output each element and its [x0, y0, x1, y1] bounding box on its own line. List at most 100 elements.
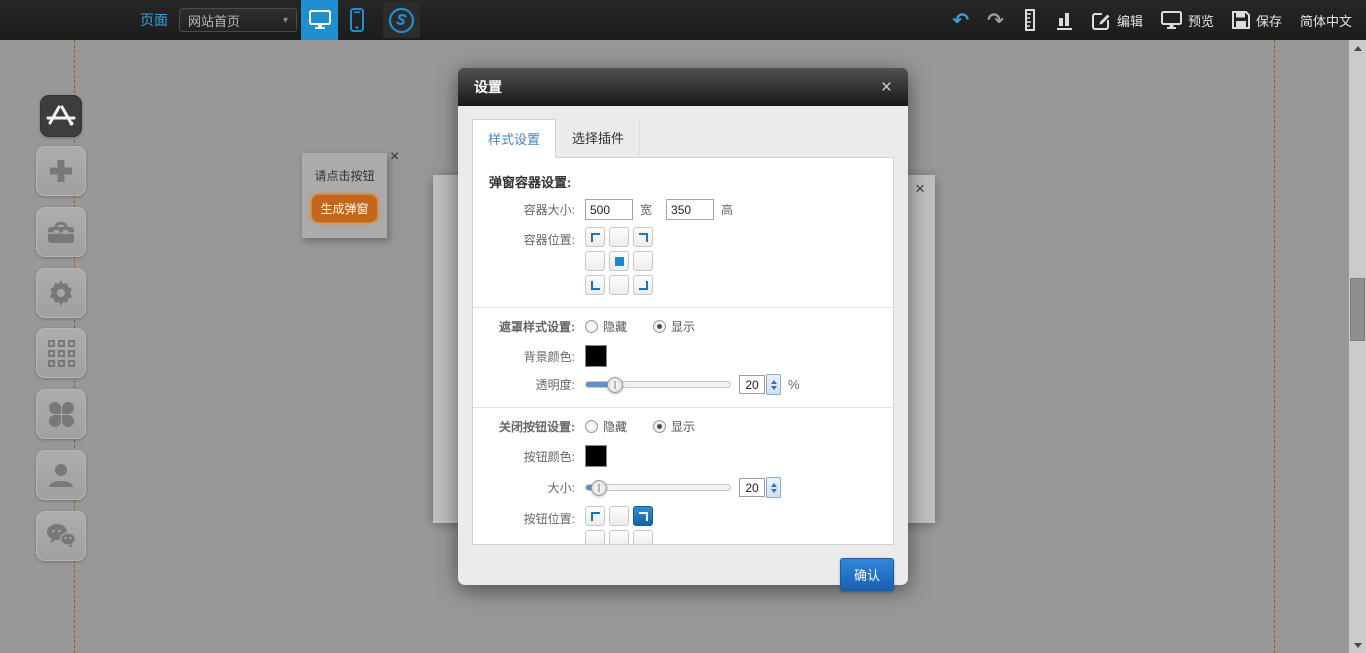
preview-label: 预览: [1188, 11, 1214, 30]
container-position-grid: [585, 227, 653, 295]
grid-icon: [48, 340, 75, 367]
sidebar-item-member[interactable]: [36, 450, 86, 500]
closebtn-position-cell-right[interactable]: [633, 530, 653, 545]
closebtn-size-slider-handle[interactable]: [591, 480, 607, 496]
edit-label: 编辑: [1117, 11, 1143, 30]
closebtn-hide-radio[interactable]: [585, 420, 598, 433]
scroll-down-arrow[interactable]: [1349, 637, 1366, 653]
confirm-button[interactable]: 确认: [840, 558, 894, 591]
floppy-disk-icon: [1232, 11, 1250, 29]
clover-icon: [49, 402, 74, 427]
container-position-cell-bottom[interactable]: [609, 275, 629, 295]
mask-show-radio[interactable]: [653, 320, 666, 333]
closebtn-position-grid: [585, 506, 653, 545]
closebtn-size-input[interactable]: [739, 478, 765, 497]
mask-bgcolor-label: 背景颜色:: [489, 348, 585, 365]
desktop-view-button[interactable]: [301, 0, 338, 40]
toolbox-icon: [46, 219, 76, 245]
closebtn-show-radio[interactable]: [653, 420, 666, 433]
language-label: 简体中文: [1300, 11, 1352, 30]
closebtn-size-stepper[interactable]: [766, 477, 781, 498]
page-scrollbar[interactable]: [1349, 40, 1366, 653]
closebtn-position-cell-top[interactable]: [609, 506, 629, 526]
mask-opacity-label: 透明度:: [489, 376, 585, 393]
guide-line-right: [1274, 40, 1275, 653]
link-mode-button[interactable]: [383, 2, 420, 38]
closebtn-position-label: 按钮位置:: [489, 506, 585, 527]
container-height-input[interactable]: [666, 199, 714, 220]
container-position-cell-top-right[interactable]: [633, 227, 653, 247]
section-divider: [473, 307, 893, 308]
popup-preview-close-icon[interactable]: ×: [915, 179, 925, 199]
undo-icon[interactable]: ↶: [952, 8, 969, 33]
generate-popup-button[interactable]: 生成弹窗: [311, 194, 377, 223]
container-position-cell-center-selected[interactable]: [609, 251, 629, 271]
language-switcher[interactable]: 简体中文: [1300, 11, 1352, 30]
container-position-cell-left[interactable]: [585, 251, 605, 271]
scrollbar-thumb[interactable]: [1350, 278, 1365, 341]
closebtn-size-label: 大小:: [489, 479, 585, 496]
save-button[interactable]: 保存: [1232, 11, 1282, 30]
mask-color-swatch[interactable]: [585, 345, 607, 367]
closebtn-position-cell-top-right-selected[interactable]: [633, 506, 653, 526]
person-icon: [46, 460, 76, 490]
mask-opacity-stepper[interactable]: [766, 374, 781, 395]
closebtn-hide-label: 隐藏: [603, 418, 627, 435]
closebtn-show-label: 显示: [671, 418, 695, 435]
sidebar-item-design[interactable]: [40, 95, 82, 137]
mobile-view-button[interactable]: [338, 2, 375, 38]
wechat-icon: [45, 522, 77, 550]
section-title-container: 弹窗容器设置:: [489, 172, 877, 191]
container-position-cell-bottom-right[interactable]: [633, 275, 653, 295]
closebtn-size-slider[interactable]: [585, 484, 731, 491]
tab-choose-plugin[interactable]: 选择插件: [556, 118, 640, 157]
mask-opacity-input[interactable]: [739, 375, 765, 394]
sidebar-item-add[interactable]: [36, 146, 86, 196]
sidebar-item-plugins[interactable]: [36, 389, 86, 439]
widget-close-icon[interactable]: ×: [390, 149, 399, 165]
container-width-input[interactable]: [585, 199, 633, 220]
closebtn-position-cell-center[interactable]: [609, 530, 629, 545]
mask-opacity-slider-handle[interactable]: [607, 377, 623, 393]
scroll-up-arrow[interactable]: [1349, 40, 1366, 56]
stats-bars-icon[interactable]: [1056, 10, 1074, 30]
section-title-close-button: 关闭按钮设置:: [489, 418, 585, 435]
container-size-label: 容器大小:: [489, 201, 585, 218]
container-position-cell-bottom-left[interactable]: [585, 275, 605, 295]
preview-button[interactable]: 预览: [1161, 11, 1214, 30]
top-toolbar: 页面 网站首页 ▾ ↶ ↷: [0, 0, 1366, 40]
container-position-label: 容器位置:: [489, 227, 585, 248]
widget-hint-text: 请点击按钮: [302, 167, 387, 184]
closebtn-color-swatch[interactable]: [585, 445, 607, 467]
mask-hide-label: 隐藏: [603, 318, 627, 335]
plus-icon: [47, 157, 75, 185]
container-position-cell-top-left[interactable]: [585, 227, 605, 247]
container-position-cell-right[interactable]: [633, 251, 653, 271]
dialog-close-icon[interactable]: ×: [881, 78, 892, 97]
container-position-cell-top[interactable]: [609, 227, 629, 247]
popup-trigger-widget[interactable]: 请点击按钮 生成弹窗 ×: [302, 153, 387, 238]
edit-pencil-icon: [1092, 11, 1111, 30]
settings-dialog: 设置 × 样式设置 选择插件 弹窗容器设置: 容器大小: 宽 高 容器位置:: [458, 68, 908, 585]
smartphone-icon: [350, 8, 364, 32]
chevron-down-icon: ▾: [283, 15, 288, 26]
tab-style-settings[interactable]: 样式设置: [472, 119, 556, 158]
section-divider: [473, 407, 893, 408]
sidebar-item-wechat[interactable]: [36, 511, 86, 561]
mask-hide-radio[interactable]: [585, 320, 598, 333]
page-select-dropdown[interactable]: 网站首页 ▾: [179, 8, 297, 32]
sidebar-item-toolbox[interactable]: [36, 207, 86, 257]
preview-monitor-icon: [1161, 11, 1182, 30]
sidebar-item-settings[interactable]: [36, 268, 86, 318]
page-select-value: 网站首页: [188, 11, 240, 30]
ruler-icon[interactable]: [1022, 9, 1038, 31]
edit-button[interactable]: 编辑: [1092, 11, 1143, 30]
sidebar-item-modules[interactable]: [36, 328, 86, 378]
dialog-header[interactable]: 设置 ×: [458, 68, 908, 106]
closebtn-position-cell-left[interactable]: [585, 530, 605, 545]
width-unit-label: 宽: [640, 201, 652, 218]
redo-icon[interactable]: ↷: [987, 8, 1004, 33]
mask-opacity-slider[interactable]: [585, 381, 731, 388]
closebtn-color-label: 按钮颜色:: [489, 448, 585, 465]
closebtn-position-cell-top-left[interactable]: [585, 506, 605, 526]
